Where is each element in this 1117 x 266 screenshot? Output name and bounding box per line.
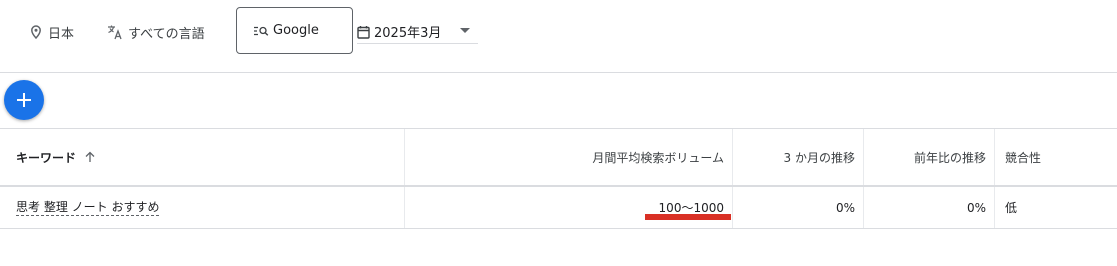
calendar-icon xyxy=(357,25,370,39)
translate-icon xyxy=(108,25,122,40)
header-trend3m[interactable]: 3 か月の推移 xyxy=(733,129,864,185)
date-range-select[interactable]: 2025年3月 xyxy=(357,20,478,44)
volume-cell: 100～1000 xyxy=(405,187,733,228)
trend3m-value: 0% xyxy=(835,200,855,215)
search-engine-label: Google xyxy=(273,23,319,38)
header-volume[interactable]: 月間平均検索ボリューム xyxy=(405,129,733,185)
header-yoy[interactable]: 前年比の推移 xyxy=(864,129,995,185)
header-volume-label: 月間平均検索ボリューム xyxy=(592,150,724,165)
language-label: すべての言語 xyxy=(128,26,205,42)
date-label: 2025年3月 xyxy=(374,26,442,41)
volume-highlight-bar xyxy=(645,214,731,220)
yoy-value: 0% xyxy=(966,200,986,215)
trend3m-cell: 0% xyxy=(733,187,864,228)
header-keyword[interactable]: キーワード xyxy=(0,129,405,185)
yoy-cell: 0% xyxy=(864,187,995,228)
header-trend3m-label: 3 か月の推移 xyxy=(783,150,855,165)
keyword-table: キーワード 月間平均検索ボリューム 3 か月の推移 前年比の推移 競合性 思考 … xyxy=(0,128,1117,229)
search-engine-filter[interactable]: Google xyxy=(236,7,353,54)
add-button[interactable] xyxy=(4,80,44,120)
filter-bar: 日本 すべての言語 Google 2025年3月 xyxy=(0,0,1117,73)
table-row: 思考 整理 ノート おすすめ 100～1000 0% 0% 低 xyxy=(0,185,1117,229)
location-pin-icon xyxy=(31,25,41,39)
keyword-cell: 思考 整理 ノート おすすめ xyxy=(0,187,405,228)
header-competition-label: 競合性 xyxy=(1005,150,1042,165)
header-competition[interactable]: 競合性 xyxy=(995,129,1117,185)
location-filter[interactable]: 日本 xyxy=(30,22,74,42)
competition-cell: 低 xyxy=(995,187,1117,228)
location-label: 日本 xyxy=(48,26,75,42)
chevron-down-icon xyxy=(460,28,470,33)
keyword-link[interactable]: 思考 整理 ノート おすすめ xyxy=(16,200,160,216)
sort-arrow-up-icon[interactable] xyxy=(84,151,96,163)
competition-value: 低 xyxy=(1005,201,1018,215)
plus-icon xyxy=(17,93,31,107)
search-list-icon xyxy=(254,26,269,36)
header-yoy-label: 前年比の推移 xyxy=(913,150,986,165)
header-keyword-label: キーワード xyxy=(16,150,77,165)
language-filter[interactable]: すべての言語 xyxy=(107,22,205,42)
table-header-row: キーワード 月間平均検索ボリューム 3 か月の推移 前年比の推移 競合性 xyxy=(0,128,1117,185)
